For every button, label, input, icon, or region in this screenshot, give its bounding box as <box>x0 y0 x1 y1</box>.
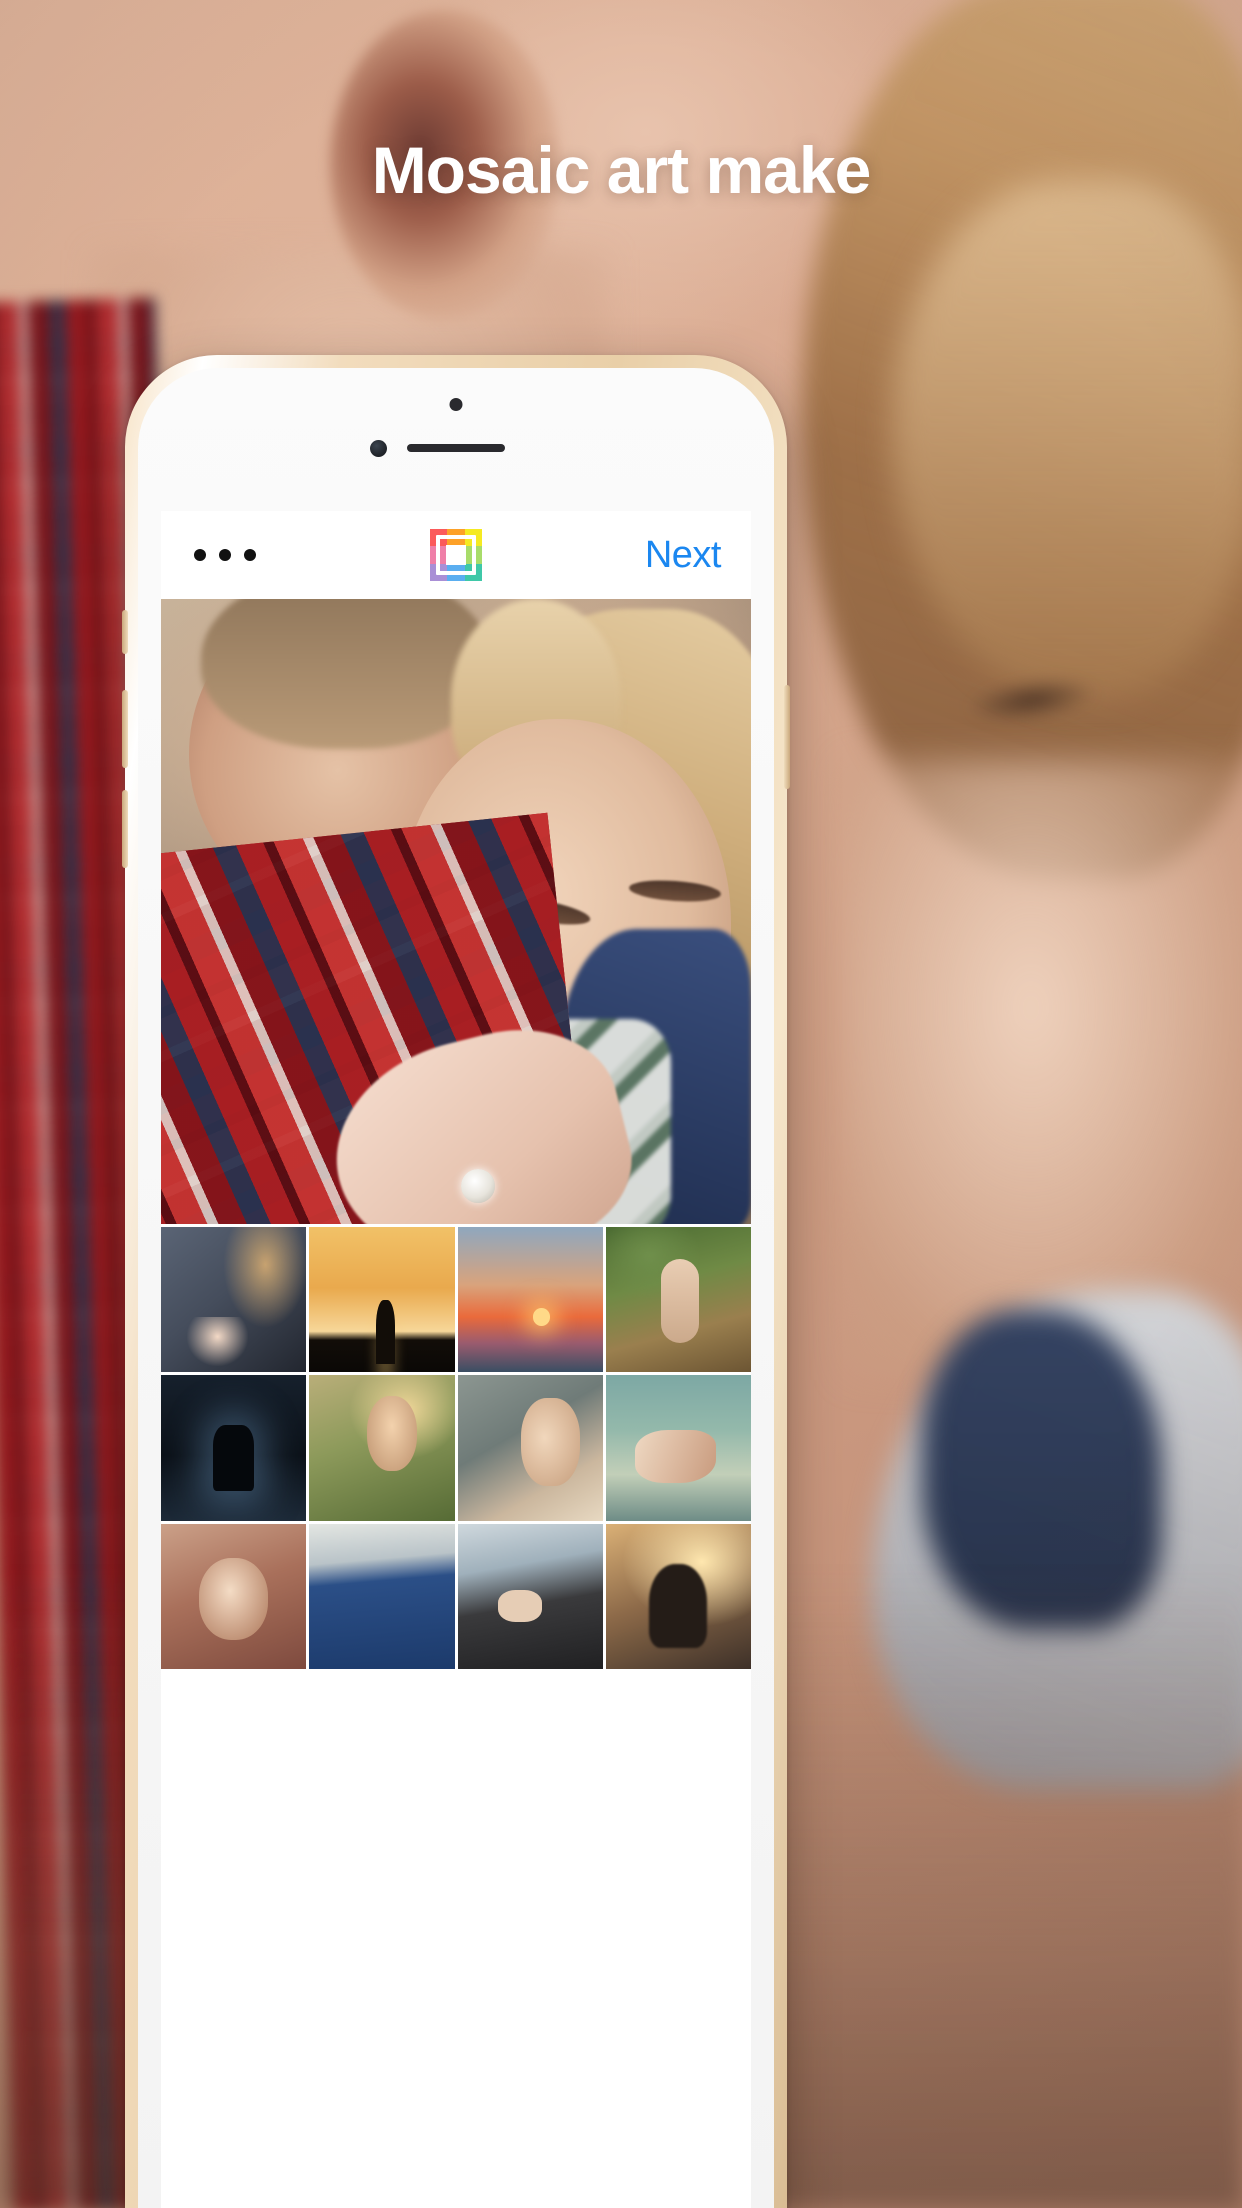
app-navbar: Next <box>161 511 751 599</box>
gallery-thumbnail[interactable] <box>309 1375 455 1521</box>
more-dot-2 <box>219 549 231 561</box>
power-button[interactable] <box>784 685 790 789</box>
gallery-thumbnail[interactable] <box>161 1523 307 1669</box>
gallery-thumbnail[interactable] <box>309 1523 455 1669</box>
mosaic-app-logo-icon <box>430 529 482 581</box>
gallery-thumbnail[interactable] <box>161 1227 307 1373</box>
thumb-2-image <box>309 1227 455 1373</box>
gallery-thumbnail[interactable] <box>605 1227 751 1373</box>
thumb-11-image <box>457 1523 603 1669</box>
earpiece-speaker-icon <box>407 444 505 452</box>
silent-switch[interactable] <box>122 610 128 654</box>
photo-gallery-grid <box>161 1224 751 1669</box>
thumb-7-image <box>457 1375 603 1521</box>
page-title: Mosaic art make <box>371 133 872 207</box>
more-dot-1 <box>194 549 206 561</box>
phone-mockup: Next <box>122 355 790 2208</box>
thumb-12-image <box>605 1523 751 1669</box>
phone-bezel: Next <box>138 368 774 2208</box>
selected-photo-preview[interactable] <box>161 599 751 1224</box>
app-screen: Next <box>161 511 751 2208</box>
front-camera-icon <box>370 440 387 457</box>
gallery-thumbnail[interactable] <box>161 1375 307 1521</box>
proximity-sensor-icon <box>449 398 463 411</box>
next-button[interactable]: Next <box>645 534 722 577</box>
thumb-4-image <box>605 1227 751 1373</box>
more-options-button[interactable] <box>194 549 256 561</box>
gallery-thumbnail[interactable] <box>457 1227 603 1373</box>
thumb-5-image <box>161 1375 307 1521</box>
thumb-10-image <box>309 1523 455 1669</box>
thumb-3-image <box>457 1227 603 1373</box>
gallery-thumbnail[interactable] <box>457 1523 603 1669</box>
logo-inner-square <box>446 545 466 565</box>
thumb-9-image <box>161 1523 307 1669</box>
volume-down-button[interactable] <box>122 790 128 868</box>
preview-ring <box>461 1169 495 1203</box>
volume-up-button[interactable] <box>122 690 128 768</box>
gallery-thumbnail[interactable] <box>457 1375 603 1521</box>
gallery-thumbnail[interactable] <box>605 1523 751 1669</box>
thumb-8-image <box>605 1375 751 1521</box>
gallery-thumbnail[interactable] <box>309 1227 455 1373</box>
preview-man-hair <box>201 599 491 749</box>
thumb-6-image <box>309 1375 455 1521</box>
gallery-thumbnail[interactable] <box>605 1375 751 1521</box>
more-dot-3 <box>244 549 256 561</box>
thumb-1-image <box>161 1227 307 1373</box>
